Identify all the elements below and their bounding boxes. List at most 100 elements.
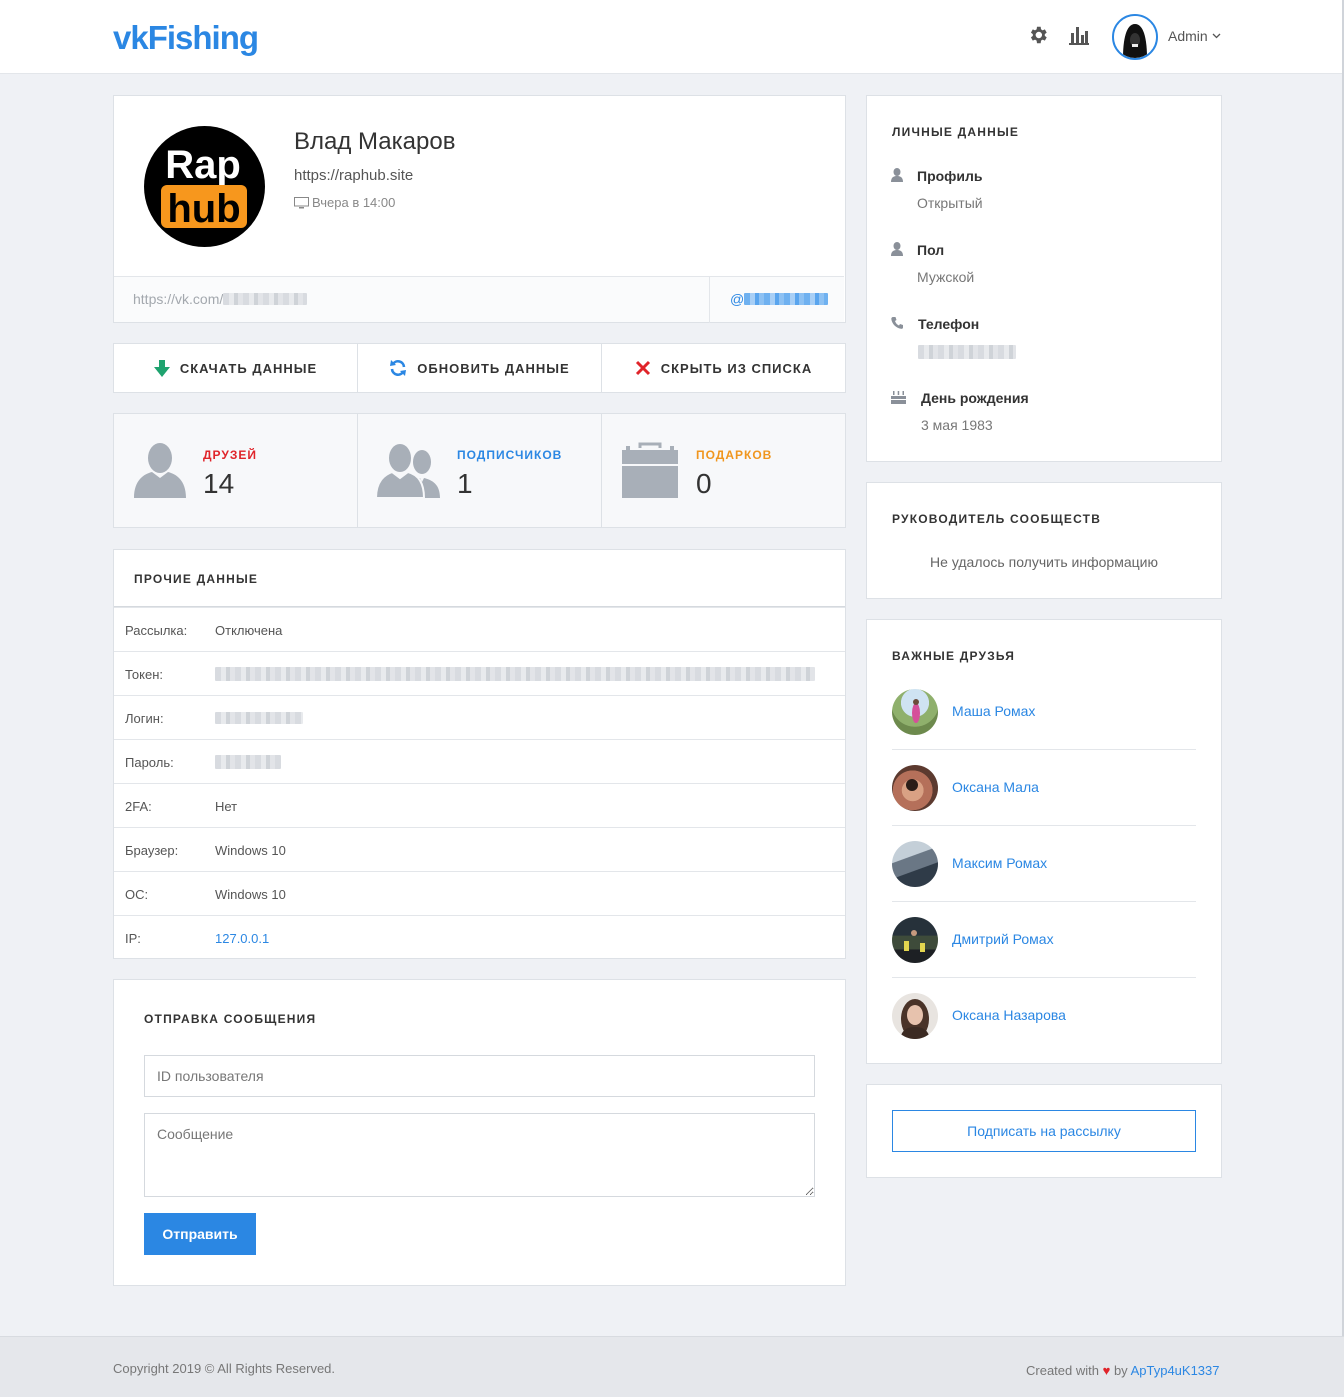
gear-icon[interactable] [1027,24,1049,46]
hooded-figure-icon [1114,16,1156,58]
friend-name[interactable]: Оксана Мала [952,779,1039,795]
login-value [215,711,303,726]
personal-data-card: ЛИЧНЫЕ ДАННЫЕ Профиль Открытый Пол Мужск… [866,95,1222,462]
send-message-title: ОТПРАВКА СООБЩЕНИЯ [144,1012,317,1026]
blurred-handle [744,293,829,305]
communities-title: РУКОВОДИТЕЛЬ СООБЩЕСТВ [892,512,1102,526]
bar-chart-icon[interactable] [1068,24,1090,46]
vk-handle-link[interactable]: @ [730,291,829,307]
friend-item[interactable]: Максим Ромах [892,841,1196,917]
table-row: ОС: Windows 10 [114,871,845,915]
send-message-card: ОТПРАВКА СООБЩЕНИЯ Отправить [113,979,846,1286]
refresh-icon [390,360,407,376]
communities-card: РУКОВОДИТЕЛЬ СООБЩЕСТВ Не удалось получи… [866,482,1222,599]
created-with: Created with ♥ by ApTyp4uK1337 [1026,1363,1220,1378]
profile-type-value: Открытый [917,195,983,211]
last-seen: Вчера в 14:00 [294,195,395,210]
birthday-label: День рождения [921,390,1029,406]
profile-site[interactable]: https://raphub.site [294,167,413,184]
important-friends-card: ВАЖНЫЕ ДРУЗЬЯ Маша Ромах Оксана Мала Мак… [866,619,1222,1064]
briefcase-icon [622,442,678,498]
friend-avatar[interactable] [892,765,938,811]
ip-link[interactable]: 127.0.0.1 [215,931,269,946]
user-icon [891,168,903,182]
followers-stat[interactable]: ПОДПИСЧИКОВ 1 [357,413,602,528]
communities-message: Не удалось получить информацию [930,554,1158,570]
subscribe-button[interactable]: Подписать на рассылку [892,1110,1196,1152]
friend-name[interactable]: Маша Ромах [952,703,1035,719]
user-id-input[interactable] [144,1055,815,1097]
gender-label: Пол [917,242,945,258]
author-link[interactable]: ApTyp4uK1337 [1131,1363,1220,1378]
followers-label: ПОДПИСЧИКОВ [457,448,563,462]
table-row: Логин: [114,695,845,739]
phone-icon [891,317,903,329]
avatar-text-top: Rap [165,143,241,187]
friend-item[interactable]: Дмитрий Ромах [892,917,1196,993]
phone-label: Телефон [918,316,980,332]
followers-count: 1 [457,468,473,499]
friends-stat[interactable]: ДРУЗЕЙ 14 [113,413,358,528]
blurred-id [223,293,308,305]
heart-icon: ♥ [1102,1363,1111,1378]
table-row: Пароль: [114,739,845,783]
vk-profile-link[interactable]: https://vk.com/ [133,291,308,307]
important-friends-title: ВАЖНЫЕ ДРУЗЬЯ [892,649,1016,663]
refresh-data-button[interactable]: ОБНОВИТЬ ДАННЫЕ [357,343,602,393]
avatar-text-bottom: hub [167,187,240,231]
hide-from-list-button[interactable]: СКРЫТЬ ИЗ СПИСКА [601,343,846,393]
friend-item[interactable]: Оксана Мала [892,765,1196,841]
friends-count: 14 [203,468,235,499]
last-seen-text: Вчера в 14:00 [312,195,396,210]
friend-avatar[interactable] [892,841,938,887]
other-data-title: ПРОЧИЕ ДАННЫЕ [134,572,259,586]
profile-name: Влад Макаров [294,128,456,155]
friends-label: ДРУЗЕЙ [203,448,258,462]
admin-username[interactable]: Admin [1168,28,1208,44]
friend-avatar[interactable] [892,689,938,735]
gifts-count: 0 [696,468,712,499]
copyright: Copyright 2019 © All Rights Reserved. [113,1361,336,1376]
send-button[interactable]: Отправить [144,1213,256,1255]
table-row: Браузер: Windows 10 [114,827,845,871]
user-icon [891,242,903,256]
profile-avatar: Rap hub [144,126,265,247]
password-value [215,755,281,771]
hide-label: СКРЫТЬ ИЗ СПИСКА [660,360,813,376]
personal-data-title: ЛИЧНЫЕ ДАННЫЕ [892,125,1020,139]
chevron-down-icon[interactable] [1212,33,1221,39]
table-row: IP: 127.0.0.1 [114,915,845,959]
download-arrow-icon [153,359,170,377]
user-icon [134,443,186,498]
users-icon [376,442,440,498]
table-row: 2FA: Нет [114,783,845,827]
birthday-value: 3 мая 1983 [921,417,993,433]
monitor-icon [294,197,309,209]
token-value [215,667,815,683]
friend-item[interactable]: Оксана Назарова [892,993,1196,1069]
friend-name[interactable]: Дмитрий Ромах [952,931,1054,947]
friend-item[interactable]: Маша Ромах [892,689,1196,765]
friend-name[interactable]: Максим Ромах [952,855,1047,871]
table-row: Токен: [114,651,845,695]
subscribe-card: Подписать на рассылку [866,1084,1222,1178]
refresh-label: ОБНОВИТЬ ДАННЫЕ [417,360,570,376]
top-navbar: vkFishing Admin [0,0,1344,74]
friend-avatar[interactable] [892,993,938,1039]
profile-card: Rap hub Влад Макаров https://raphub.site… [113,95,846,323]
friend-avatar[interactable] [892,917,938,963]
gender-value: Мужской [917,269,975,285]
profile-type-label: Профиль [917,168,983,184]
user-avatar[interactable] [1112,14,1158,60]
message-textarea[interactable] [144,1113,815,1197]
friend-name[interactable]: Оксана Назарова [952,1007,1066,1023]
logo[interactable]: vkFishing [113,19,259,57]
profile-links: https://vk.com/ @ [114,276,844,323]
phone-value [918,345,1016,361]
page-footer: Copyright 2019 © All Rights Reserved. Cr… [0,1336,1344,1397]
gifts-stat[interactable]: ПОДАРКОВ 0 [601,413,846,528]
other-data-card: ПРОЧИЕ ДАННЫЕ Рассылка: Отключена Токен:… [113,549,846,959]
birthday-cake-icon [891,391,906,404]
close-icon [635,360,650,376]
download-data-button[interactable]: СКАЧАТЬ ДАННЫЕ [113,343,358,393]
